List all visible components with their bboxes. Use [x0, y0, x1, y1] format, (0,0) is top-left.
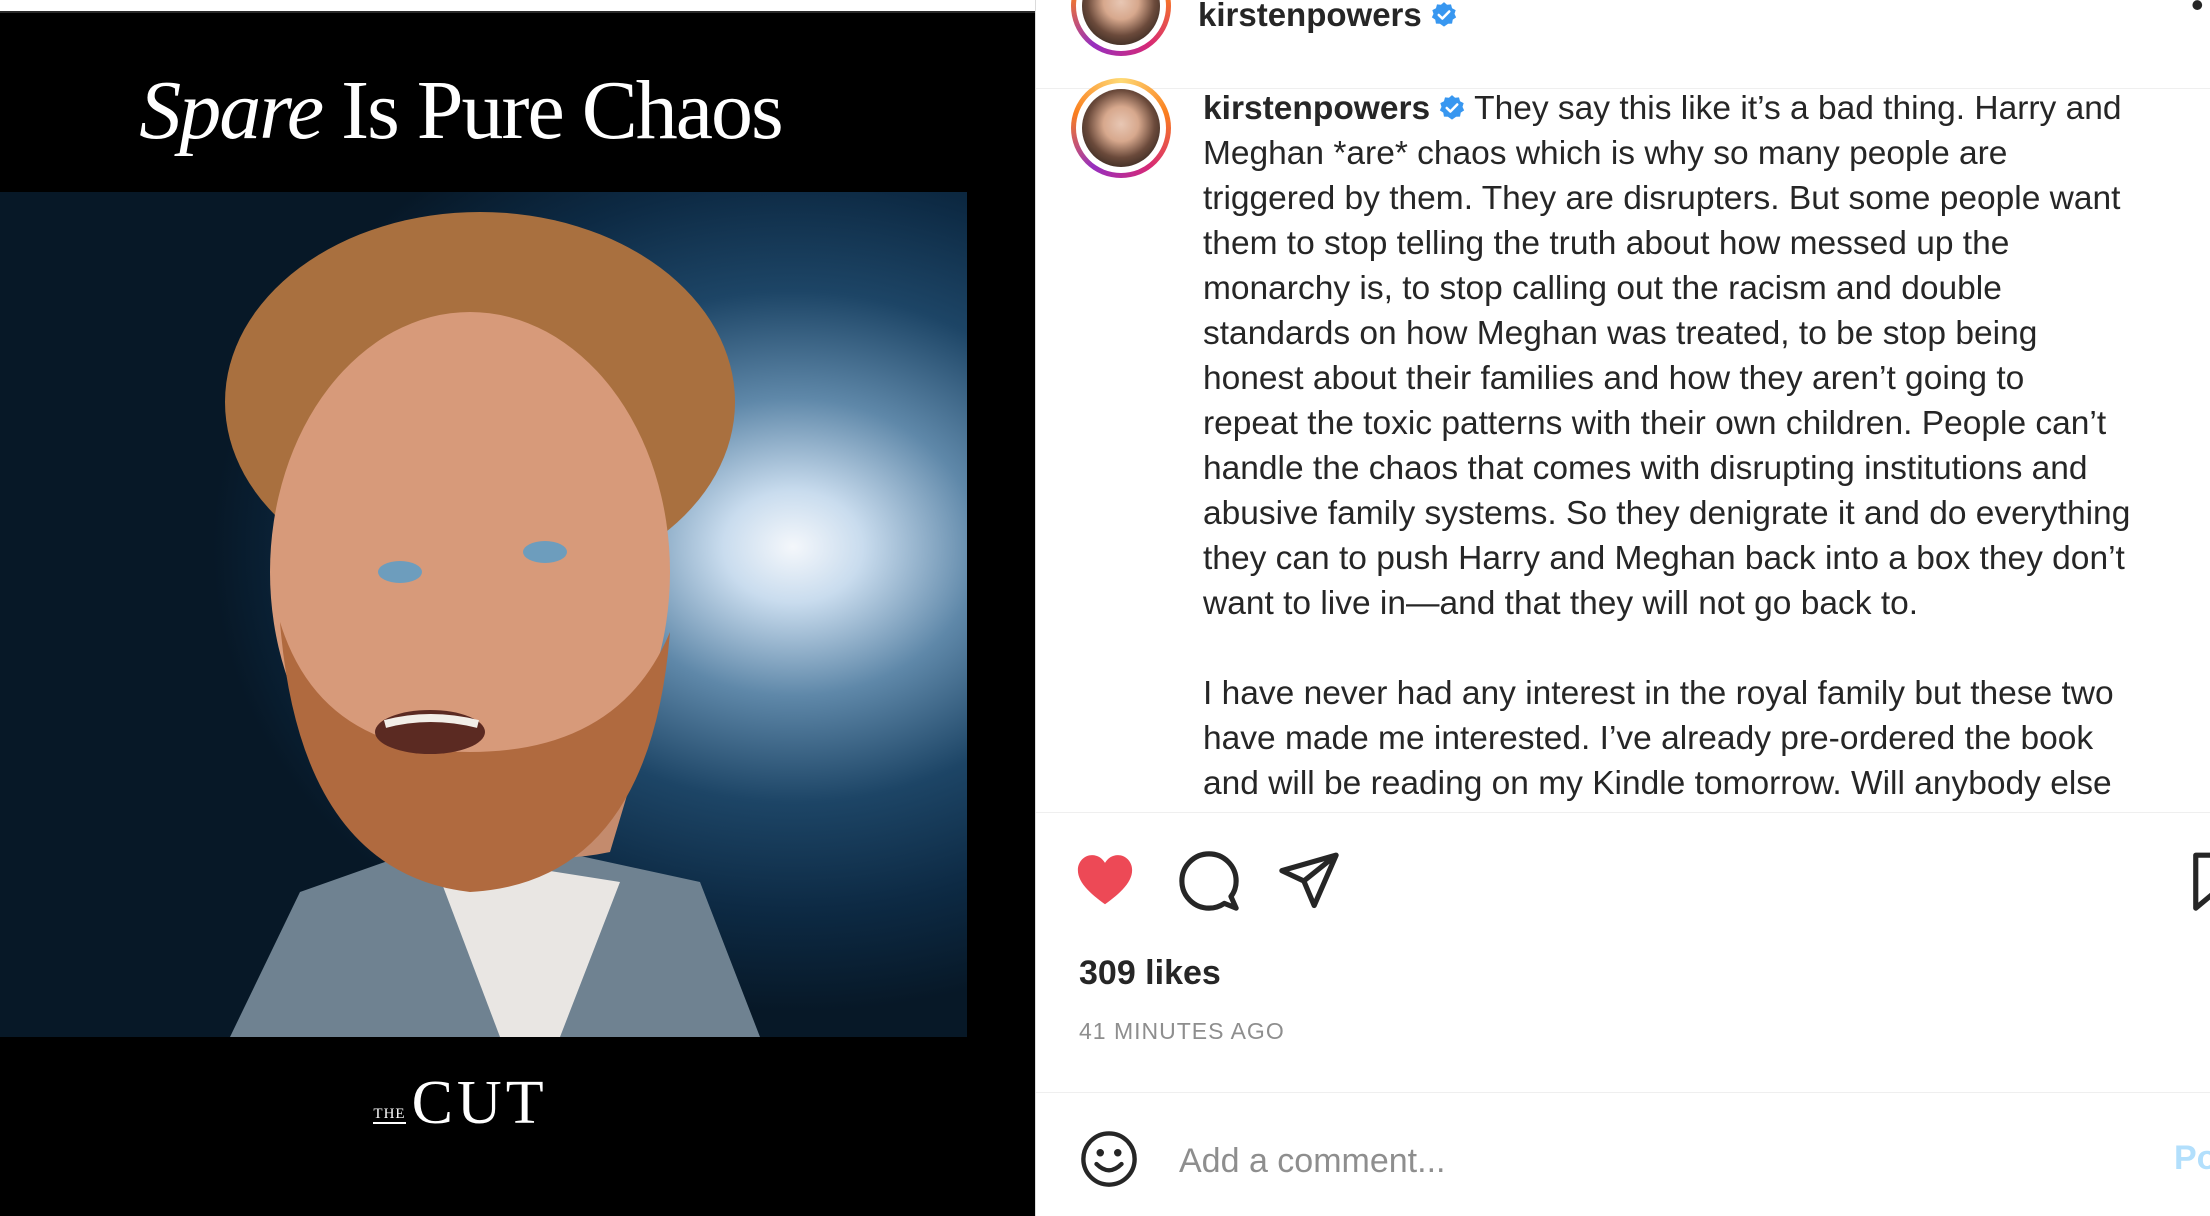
- likes-count[interactable]: 309 likes: [1079, 954, 1221, 993]
- verified-badge-icon: [1431, 2, 1456, 27]
- avatar-ring-gap: [1076, 0, 1166, 51]
- avatar-ring-gap: [1076, 83, 1166, 173]
- footer-divider: [1036, 1092, 2210, 1093]
- paper-plane-icon[interactable]: [1278, 850, 1340, 912]
- post-comment-button[interactable]: Po: [2174, 1139, 2210, 1178]
- bookmark-icon[interactable]: [2188, 850, 2210, 912]
- image-top-border: [0, 0, 1035, 11]
- headline-rest: Is Pure Chaos: [322, 64, 784, 157]
- right-eye-shape: [523, 541, 567, 563]
- publication-logo: THE CUT: [0, 1068, 921, 1139]
- portrait-illustration: [225, 212, 760, 1037]
- post-image[interactable]: Spare Is Pure Chaos THE CUT: [0, 0, 1035, 1216]
- caption-avatar[interactable]: [1071, 78, 1171, 178]
- headline-italic: Spare: [139, 64, 324, 157]
- avatar-photo: [1082, 89, 1160, 167]
- caption-username[interactable]: kirstenpowers: [1203, 90, 1430, 127]
- post-timestamp[interactable]: 41 MINUTES AGO: [1079, 1018, 1285, 1045]
- brand-cut: CUT: [411, 1069, 548, 1137]
- comment-bubble-icon[interactable]: [1178, 850, 1240, 912]
- post-details-panel: kirstenpowers • kirstenpowers They say th…: [1035, 0, 2210, 1216]
- image-headline: Spare Is Pure Chaos: [0, 62, 921, 159]
- header-username-text[interactable]: kirstenpowers: [1198, 0, 1422, 33]
- more-options-button[interactable]: •: [2191, 0, 2204, 26]
- left-eye-shape: [378, 561, 422, 583]
- header-username[interactable]: kirstenpowers: [1198, 0, 1458, 34]
- brand-the: THE: [373, 1105, 406, 1124]
- verified-badge-icon: [1440, 95, 1465, 120]
- caption-divider: [1036, 812, 2210, 813]
- caption-text: They say this like it’s a bad thing. Har…: [1203, 90, 2131, 802]
- comment-input[interactable]: [1179, 1136, 1979, 1186]
- smiley-icon[interactable]: [1079, 1129, 1139, 1189]
- post-caption: kirstenpowers They say this like it’s a b…: [1203, 86, 2210, 806]
- portrait-photo: [0, 192, 967, 1037]
- avatar-photo: [1082, 0, 1160, 45]
- header-avatar[interactable]: [1071, 0, 1171, 56]
- image-top-divider: [0, 11, 1035, 13]
- heart-icon[interactable]: [1074, 850, 1136, 912]
